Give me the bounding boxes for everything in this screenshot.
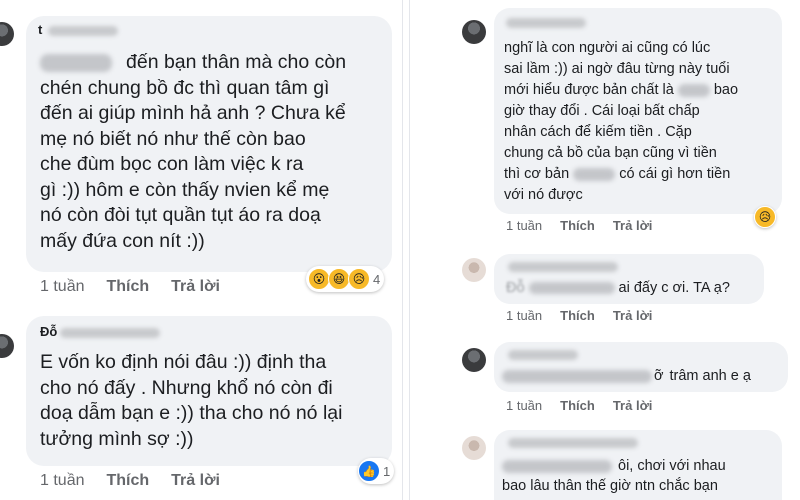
comment-text-line: trâm anh e ạ <box>669 368 751 384</box>
redacted-mention <box>502 459 612 473</box>
comment-text-line: chung cả bồ của bạn cũng vì tiền <box>504 145 717 161</box>
comment-text-line: giờ thay đổi . Cái loại bất chấp <box>504 103 700 119</box>
avatar[interactable] <box>0 22 14 46</box>
avatar[interactable] <box>462 258 486 282</box>
comment: Đỗ ai đấy c ơi. TA ạ? 1 tuần Thích Trả l… <box>410 250 800 330</box>
comment-actions: 1 tuần Thích Trả lời <box>506 218 652 233</box>
comment-actions: 1 tuần Thích Trả lời <box>40 278 220 296</box>
comment: ỡ trâm anh e ạ 1 tuần Thích Trả lời <box>410 340 800 420</box>
reaction-summary[interactable]: 😮 😆 😥 4 <box>306 266 385 292</box>
like-button[interactable]: Thích <box>560 218 595 233</box>
redacted-text <box>573 167 616 181</box>
comment-text: ôi, chơi với nhau bao lâu thân thế giờ n… <box>502 456 726 496</box>
left-screenshot-panel: t đến bạn thân mà cho còn chén chung bồ … <box>0 0 402 500</box>
comment: ôi, chơi với nhau bao lâu thân thế giờ n… <box>410 428 800 500</box>
reaction-count: 1 <box>383 463 391 479</box>
blurred-name <box>506 18 586 28</box>
redacted-text <box>40 53 112 72</box>
comment-text-line: thì cơ bản <box>504 166 570 182</box>
reply-button[interactable]: Trả lời <box>171 472 220 490</box>
comment-text: E vốn ko định nói đâu :)) định tha cho n… <box>40 351 343 450</box>
reply-button[interactable]: Trả lời <box>613 398 653 413</box>
comment-text-line: đến bạn thân mà cho còn <box>126 51 347 73</box>
comment-actions: 1 tuần Thích Trả lời <box>40 472 220 490</box>
like-reaction-icon: 👍 <box>358 460 380 482</box>
comment-text-line: bao lâu thân thế giờ ntn chắc bạn <box>502 478 718 494</box>
comment-timestamp[interactable]: 1 tuần <box>506 398 542 413</box>
comment-text-line: ôi, chơi với nhau <box>618 458 726 474</box>
reaction-summary[interactable]: 😥 <box>754 206 776 228</box>
blurred-name <box>60 328 160 338</box>
avatar[interactable] <box>462 436 486 460</box>
comment-text-line: ỡ <box>654 368 664 384</box>
like-button[interactable]: Thích <box>560 308 595 323</box>
avatar[interactable] <box>462 20 486 44</box>
redacted-mention: Đỗ <box>506 280 525 296</box>
wow-reaction-icon: 😮 <box>308 268 330 290</box>
comment: t đến bạn thân mà cho còn chén chung bồ … <box>0 0 402 300</box>
blurred-name <box>508 262 618 272</box>
comment-text-line: với nó được <box>504 187 583 203</box>
reaction-count: 4 <box>373 271 381 287</box>
comment-text: đến bạn thân mà cho còn chén chung bồ đc… <box>40 50 346 254</box>
comment-bubble: nghĩ là con người ai cũng có lúc sai lầm… <box>494 8 782 214</box>
sad-reaction-icon: 😥 <box>348 268 370 290</box>
comment-text-line: nghĩ là con người ai cũng có lúc <box>504 40 711 56</box>
like-button[interactable]: Thích <box>106 472 149 490</box>
comment-text-line: có cái gì hơn tiền <box>619 166 731 182</box>
comment-bubble: ôi, chơi với nhau bao lâu thân thế giờ n… <box>494 430 782 500</box>
comment-text: nghĩ là con người ai cũng có lúc sai lầm… <box>504 38 738 206</box>
redacted-text <box>528 282 615 294</box>
haha-reaction-icon: 😆 <box>328 268 350 290</box>
right-screenshot-panel: nghĩ là con người ai cũng có lúc sai lầm… <box>410 0 800 500</box>
commenter-name[interactable]: t <box>38 22 42 37</box>
commenter-name[interactable]: Đỗ <box>40 324 57 339</box>
redacted-mention <box>502 369 652 383</box>
sad-reaction-icon: 😥 <box>754 206 776 228</box>
comment-bubble: t đến bạn thân mà cho còn chén chung bồ … <box>26 16 392 272</box>
comment-bubble: ỡ trâm anh e ạ <box>494 342 788 392</box>
blurred-name <box>508 350 578 360</box>
reply-button[interactable]: Trả lời <box>171 278 220 296</box>
comment-text-body: chén chung bồ đc thì quan tâm gì đến ai … <box>40 76 346 252</box>
redacted-text <box>677 83 710 97</box>
comment-text-line: ai đấy c ơi. TA ạ? <box>618 280 730 296</box>
comment-text-line: nhân cách để kiếm tiền . Cặp <box>504 124 692 140</box>
reply-button[interactable]: Trả lời <box>613 308 653 323</box>
avatar[interactable] <box>0 334 14 358</box>
blurred-name <box>48 26 118 36</box>
blurred-name <box>508 438 638 448</box>
comment-text: ỡ trâm anh e ạ <box>502 366 751 386</box>
comment-timestamp[interactable]: 1 tuần <box>506 218 542 233</box>
comment-actions: 1 tuần Thích Trả lời <box>506 308 652 323</box>
comment-bubble: Đỗ ai đấy c ơi. TA ạ? <box>494 254 764 304</box>
reply-button[interactable]: Trả lời <box>613 218 653 233</box>
comment: Đỗ E vốn ko định nói đâu :)) định tha ch… <box>0 310 402 500</box>
comment-timestamp[interactable]: 1 tuần <box>40 472 84 490</box>
panel-divider <box>402 0 410 500</box>
like-button[interactable]: Thích <box>106 278 149 296</box>
comment-timestamp[interactable]: 1 tuần <box>506 308 542 323</box>
comment-text-line: sai lầm :)) ai ngờ đâu từng này tuổi <box>504 61 730 77</box>
avatar[interactable] <box>462 348 486 372</box>
like-button[interactable]: Thích <box>560 398 595 413</box>
comment-actions: 1 tuần Thích Trả lời <box>506 398 652 413</box>
comment-bubble: Đỗ E vốn ko định nói đâu :)) định tha ch… <box>26 316 392 466</box>
comment-timestamp[interactable]: 1 tuần <box>40 278 84 296</box>
comment: nghĩ là con người ai cũng có lúc sai lầm… <box>410 0 800 240</box>
comment-text-line: bao <box>713 82 739 98</box>
reaction-summary[interactable]: 👍 1 <box>358 458 395 484</box>
comment-text: Đỗ ai đấy c ơi. TA ạ? <box>506 278 730 298</box>
comment-text-line: mới hiểu được bản chất là <box>504 82 674 98</box>
